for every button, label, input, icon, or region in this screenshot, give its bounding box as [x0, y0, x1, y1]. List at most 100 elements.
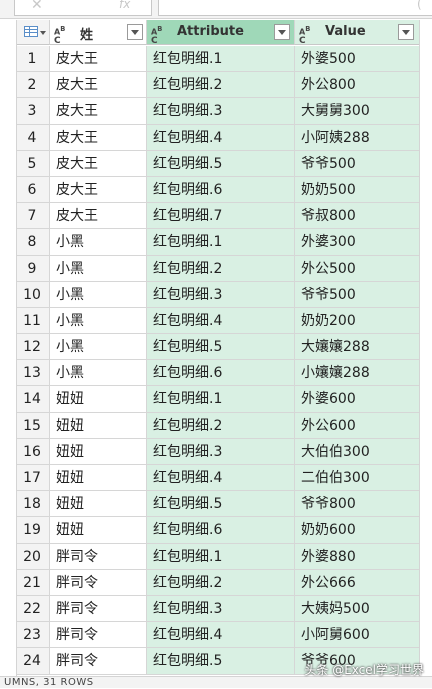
- row-number[interactable]: 13: [17, 360, 50, 387]
- row-number[interactable]: 12: [17, 334, 50, 361]
- surname-cell[interactable]: 妞妞: [50, 438, 147, 465]
- value-cell[interactable]: 外公666: [295, 569, 419, 596]
- surname-cell[interactable]: 皮大王: [50, 176, 147, 204]
- value-cell[interactable]: 大姨妈500: [295, 595, 419, 623]
- table-row[interactable]: 1 皮大王 红包明细.1 外婆500: [17, 46, 419, 73]
- filter-dropdown-button[interactable]: [398, 24, 414, 40]
- surname-cell[interactable]: 妞妞: [50, 491, 147, 518]
- table-row[interactable]: 23 胖司令 红包明细.4 小阿舅600: [17, 622, 419, 649]
- value-cell[interactable]: 外公500: [295, 255, 419, 282]
- surname-cell[interactable]: 小黑: [50, 255, 147, 282]
- attribute-cell[interactable]: 红包明细.6: [147, 517, 295, 544]
- table-menu-button[interactable]: [17, 20, 50, 45]
- attribute-cell[interactable]: 红包明细.3: [147, 438, 295, 465]
- surname-cell[interactable]: 妞妞: [50, 386, 147, 413]
- cancel-icon[interactable]: ✕: [31, 0, 43, 13]
- table-row[interactable]: 3 皮大王 红包明细.3 大舅舅300: [17, 98, 419, 125]
- value-cell[interactable]: 外公600: [295, 412, 419, 439]
- table-row[interactable]: 20 胖司令 红包明细.1 外婆880: [17, 543, 419, 570]
- table-row[interactable]: 15 妞妞 红包明细.2 外公600: [17, 412, 419, 439]
- attribute-cell[interactable]: 红包明细.1: [147, 386, 295, 413]
- surname-cell[interactable]: 妞妞: [50, 412, 147, 439]
- attribute-cell[interactable]: 红包明细.4: [147, 622, 295, 649]
- row-number[interactable]: 16: [17, 438, 50, 465]
- value-cell[interactable]: 小阿舅600: [295, 622, 419, 649]
- attribute-cell[interactable]: 红包明细.4: [147, 465, 295, 492]
- attribute-cell[interactable]: 红包明细.5: [147, 648, 295, 675]
- row-number[interactable]: 18: [17, 491, 50, 518]
- surname-cell[interactable]: 胖司令: [50, 543, 147, 570]
- attribute-cell[interactable]: 红包明细.4: [147, 307, 295, 335]
- attribute-cell[interactable]: 红包明细.3: [147, 595, 295, 623]
- table-row[interactable]: 22 胖司令 红包明细.3 大姨妈500: [17, 595, 419, 623]
- value-cell[interactable]: 大伯伯300: [295, 438, 419, 465]
- row-number[interactable]: 10: [17, 281, 50, 308]
- formula-input[interactable]: (: [158, 0, 432, 16]
- attribute-cell[interactable]: 红包明细.5: [147, 334, 295, 361]
- attribute-cell[interactable]: 红包明细.5: [147, 491, 295, 518]
- value-cell[interactable]: 外婆300: [295, 229, 419, 256]
- value-cell[interactable]: 奶奶600: [295, 517, 419, 544]
- surname-cell[interactable]: 妞妞: [50, 517, 147, 544]
- surname-cell[interactable]: 胖司令: [50, 622, 147, 649]
- surname-cell[interactable]: 皮大王: [50, 72, 147, 99]
- surname-cell[interactable]: 小黑: [50, 281, 147, 308]
- attribute-cell[interactable]: 红包明细.1: [147, 543, 295, 570]
- attribute-cell[interactable]: 红包明细.1: [147, 229, 295, 256]
- row-number[interactable]: 17: [17, 465, 50, 492]
- surname-cell[interactable]: 皮大王: [50, 150, 147, 177]
- row-number[interactable]: 1: [17, 46, 50, 73]
- attribute-cell[interactable]: 红包明细.3: [147, 98, 295, 125]
- value-cell[interactable]: 奶奶500: [295, 176, 419, 204]
- attribute-cell[interactable]: 红包明细.1: [147, 46, 295, 73]
- surname-cell[interactable]: 小黑: [50, 360, 147, 387]
- value-cell[interactable]: 外婆880: [295, 543, 419, 570]
- table-row[interactable]: 13 小黑 红包明细.6 小孃孃288: [17, 360, 419, 387]
- row-number[interactable]: 19: [17, 517, 50, 544]
- table-row[interactable]: 11 小黑 红包明细.4 奶奶200: [17, 307, 419, 335]
- row-number[interactable]: 7: [17, 203, 50, 230]
- row-number[interactable]: 9: [17, 255, 50, 282]
- column-header-attribute[interactable]: AB C Attribute: [147, 20, 295, 45]
- table-row[interactable]: 17 妞妞 红包明细.4 二伯伯300: [17, 465, 419, 492]
- table-row[interactable]: 2 皮大王 红包明细.2 外公800: [17, 72, 419, 99]
- attribute-cell[interactable]: 红包明细.2: [147, 255, 295, 282]
- value-cell[interactable]: 外婆600: [295, 386, 419, 413]
- surname-cell[interactable]: 胖司令: [50, 595, 147, 623]
- filter-dropdown-button[interactable]: [274, 24, 290, 40]
- attribute-cell[interactable]: 红包明细.4: [147, 124, 295, 151]
- table-row[interactable]: 9 小黑 红包明细.2 外公500: [17, 255, 419, 282]
- surname-cell[interactable]: 皮大王: [50, 98, 147, 125]
- value-cell[interactable]: 二伯伯300: [295, 465, 419, 492]
- attribute-cell[interactable]: 红包明细.7: [147, 203, 295, 230]
- surname-cell[interactable]: 小黑: [50, 307, 147, 335]
- table-row[interactable]: 21 胖司令 红包明细.2 外公666: [17, 569, 419, 596]
- value-cell[interactable]: 外婆500: [295, 46, 419, 73]
- surname-cell[interactable]: 小黑: [50, 229, 147, 256]
- value-cell[interactable]: 爷叔800: [295, 203, 419, 230]
- value-cell[interactable]: 小阿姨288: [295, 124, 419, 151]
- table-row[interactable]: 7 皮大王 红包明细.7 爷叔800: [17, 203, 419, 230]
- attribute-cell[interactable]: 红包明细.5: [147, 150, 295, 177]
- table-row[interactable]: 19 妞妞 红包明细.6 奶奶600: [17, 517, 419, 544]
- surname-cell[interactable]: 小黑: [50, 334, 147, 361]
- row-number[interactable]: 4: [17, 124, 50, 151]
- value-cell[interactable]: 奶奶200: [295, 307, 419, 335]
- attribute-cell[interactable]: 红包明细.2: [147, 569, 295, 596]
- fx-icon[interactable]: fx: [119, 0, 130, 11]
- value-cell[interactable]: 大孃孃288: [295, 334, 419, 361]
- row-number[interactable]: 22: [17, 595, 50, 623]
- column-header-value[interactable]: AB C Value: [295, 20, 419, 45]
- table-row[interactable]: 12 小黑 红包明细.5 大孃孃288: [17, 334, 419, 361]
- table-row[interactable]: 18 妞妞 红包明细.5 爷爷800: [17, 491, 419, 518]
- row-number[interactable]: 2: [17, 72, 50, 99]
- table-row[interactable]: 8 小黑 红包明细.1 外婆300: [17, 229, 419, 256]
- row-number[interactable]: 5: [17, 150, 50, 177]
- row-number[interactable]: 6: [17, 176, 50, 204]
- surname-cell[interactable]: 胖司令: [50, 648, 147, 675]
- name-box[interactable]: ✕ fx: [14, 0, 152, 16]
- table-row[interactable]: 10 小黑 红包明细.3 爷爷500: [17, 281, 419, 308]
- surname-cell[interactable]: 皮大王: [50, 124, 147, 151]
- row-number[interactable]: 24: [17, 648, 50, 675]
- row-number[interactable]: 23: [17, 622, 50, 649]
